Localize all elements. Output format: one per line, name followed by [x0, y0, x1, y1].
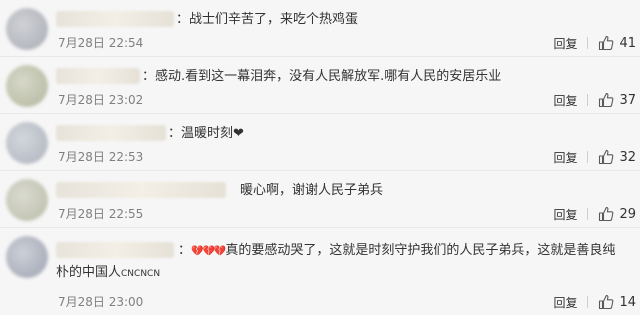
like-count: 41 — [619, 35, 636, 51]
comment-item: ：战士们辛苦了，来吃个热鸡蛋 7月28日 22:54 回复 41 — [0, 0, 640, 57]
username[interactable] — [56, 68, 140, 84]
thumbs-up-icon[interactable] — [598, 149, 614, 165]
comment-text: ：感动.看到这一幕泪奔，没有人民解放军.哪有人民的安居乐业 — [142, 69, 502, 84]
comment-text: ：温暖时刻❤ — [168, 126, 244, 141]
reply-button[interactable]: 回复 — [553, 149, 577, 166]
avatar[interactable] — [6, 236, 48, 278]
thumbs-up-icon[interactable] — [598, 92, 614, 108]
comment-actions: 回复 37 — [553, 91, 636, 109]
comment-timestamp: 7月28日 22:55 — [58, 207, 144, 221]
comment-timestamp: 7月28日 22:54 — [58, 36, 144, 50]
like-count: 14 — [619, 294, 636, 310]
reply-button[interactable]: 回复 — [553, 92, 577, 109]
comment-item: ：感动.看到这一幕泪奔，没有人民解放军.哪有人民的安居乐业 7月28日 23:0… — [0, 57, 640, 114]
action-divider — [587, 37, 589, 49]
comment-text: 暖心啊，谢谢人民子弟兵 — [240, 183, 384, 198]
comment-actions: 回复 14 — [553, 293, 636, 311]
reply-button[interactable]: 回复 — [553, 294, 577, 311]
comment-text: ：战士们辛苦了，来吃个热鸡蛋 — [176, 12, 359, 27]
comment-item: ：💔💔💔真的要感动哭了，这就是时刻守护我们的人民子弟兵，这就是善良纯朴的中国人C… — [0, 228, 640, 315]
reply-button[interactable]: 回复 — [553, 206, 577, 223]
like-count: 37 — [619, 92, 636, 108]
action-divider — [587, 151, 589, 163]
reply-button[interactable]: 回复 — [553, 35, 577, 52]
username[interactable] — [56, 125, 166, 141]
username[interactable] — [56, 11, 174, 27]
comment-timestamp: 7月28日 23:02 — [58, 93, 144, 107]
action-divider — [587, 94, 589, 106]
action-divider — [587, 296, 589, 308]
comment-item: 暖心啊，谢谢人民子弟兵 7月28日 22:55 回复 29 — [0, 171, 640, 228]
avatar[interactable] — [6, 122, 48, 164]
comment-actions: 回复 32 — [553, 148, 636, 166]
broken-heart-emoji: 💔💔💔 — [191, 246, 226, 257]
thumbs-up-icon[interactable] — [598, 294, 614, 310]
avatar[interactable] — [6, 179, 48, 221]
avatar[interactable] — [6, 65, 48, 107]
action-divider — [587, 208, 589, 220]
thumbs-up-icon[interactable] — [598, 206, 614, 222]
comment-timestamp: 7月28日 22:53 — [58, 150, 144, 164]
like-count: 32 — [619, 149, 636, 165]
comment-item: ：温暖时刻❤ 7月28日 22:53 回复 32 — [0, 114, 640, 171]
comment-actions: 回复 29 — [553, 205, 636, 223]
thumbs-up-icon[interactable] — [598, 35, 614, 51]
username[interactable] — [56, 182, 226, 198]
comment-text: ：💔💔💔真的要感动哭了，这就是时刻守护我们的人民子弟兵，这就是善良纯朴的中国人C… — [56, 243, 616, 280]
avatar[interactable] — [6, 8, 48, 50]
like-count: 29 — [619, 206, 636, 222]
comment-timestamp: 7月28日 23:00 — [58, 295, 144, 309]
comment-actions: 回复 41 — [553, 34, 636, 52]
